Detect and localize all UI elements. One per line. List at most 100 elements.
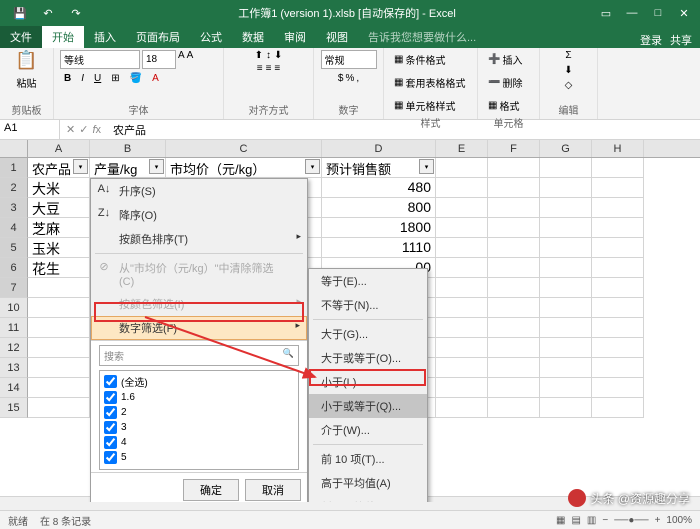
cell[interactable] [436,318,488,338]
equals-item[interactable]: 等于(E)... [309,269,427,293]
tab-review[interactable]: 审阅 [274,26,316,48]
italic-button[interactable]: I [77,71,88,86]
view-layout-icon[interactable]: ▤ [571,515,580,526]
zoom-out-icon[interactable]: − [602,515,608,526]
row-header[interactable]: 15 [0,398,28,418]
row-header[interactable]: 11 [0,318,28,338]
cell[interactable]: 芝麻 [28,218,90,238]
cell[interactable] [28,298,90,318]
cell[interactable] [592,338,644,358]
underline-button[interactable]: U [90,71,105,86]
clear-icon[interactable]: ◇ [565,80,573,91]
zoom-level[interactable]: 100% [666,515,692,526]
filter-check-item[interactable]: (全选) [102,373,296,390]
filter-check-item[interactable]: 2 [102,405,296,420]
cell[interactable] [488,318,540,338]
cell[interactable] [592,278,644,298]
cell[interactable] [540,298,592,318]
font-size-combo[interactable]: 18 [142,50,176,69]
cell[interactable] [592,158,644,178]
bold-button[interactable]: B [60,71,75,86]
cell[interactable] [540,318,592,338]
row-header[interactable]: 3 [0,198,28,218]
column-header-cell[interactable]: 预计销售额▾ [322,158,436,178]
close-icon[interactable]: ✕ [672,3,696,23]
paste-icon[interactable]: 📋 [15,50,37,71]
tab-layout[interactable]: 页面布局 [126,26,190,48]
col-header[interactable]: B [90,140,166,157]
tab-view[interactable]: 视图 [316,26,358,48]
ribbon-opts-icon[interactable]: ▭ [594,3,618,23]
cell[interactable] [592,178,644,198]
cell[interactable] [436,278,488,298]
cell[interactable] [436,258,488,278]
align-left-icon[interactable]: ≡ [257,63,263,74]
cell[interactable] [436,378,488,398]
maximize-icon[interactable]: □ [646,3,670,23]
align-bot-icon[interactable]: ⬇ [274,50,282,61]
cell[interactable] [592,318,644,338]
checkbox[interactable] [104,406,117,419]
column-header-cell[interactable]: 农产品▾ [28,158,90,178]
cell[interactable]: 1110 [322,238,436,258]
increase-font-icon[interactable]: A [178,50,185,69]
autosum-icon[interactable]: Σ [565,50,571,61]
sort-asc-item[interactable]: A↓升序(S) [91,179,307,203]
cell[interactable] [488,238,540,258]
align-mid-icon[interactable]: ↕ [266,50,271,61]
redo-icon[interactable]: ↷ [64,3,88,23]
number-filter-item[interactable]: 数字筛选(F) [91,316,307,340]
cell[interactable] [28,278,90,298]
row-header[interactable]: 1 [0,158,28,178]
table-format-button[interactable]: ▦套用表格格式 [390,73,469,92]
cell[interactable] [488,258,540,278]
cell[interactable] [540,238,592,258]
filter-check-item[interactable]: 5 [102,450,296,465]
format-cells-button[interactable]: ▦格式 [484,96,523,115]
align-right-icon[interactable]: ≡ [274,63,280,74]
checkbox[interactable] [104,451,117,464]
checkbox[interactable] [104,421,117,434]
cell-style-button[interactable]: ▦单元格样式 [390,96,459,115]
filter-dropdown-icon[interactable]: ▾ [73,159,88,174]
filter-check-item[interactable]: 4 [102,435,296,450]
col-header[interactable]: C [166,140,322,157]
less-eq-item[interactable]: 小于或等于(Q)... [309,394,427,418]
col-header[interactable]: F [488,140,540,157]
fill-icon[interactable]: ⬇ [564,65,572,76]
cell[interactable] [488,338,540,358]
view-break-icon[interactable]: ▥ [587,515,596,526]
row-header[interactable]: 4 [0,218,28,238]
cell[interactable]: 800 [322,198,436,218]
tab-formulas[interactable]: 公式 [190,26,232,48]
cell[interactable] [592,378,644,398]
cell[interactable] [592,238,644,258]
align-center-icon[interactable]: ≡ [266,63,272,74]
greater-item[interactable]: 大于(G)... [309,322,427,346]
decrease-font-icon[interactable]: A [187,50,194,69]
minimize-icon[interactable]: — [620,3,644,23]
delete-cells-button[interactable]: ➖删除 [484,73,526,92]
cell[interactable] [436,218,488,238]
filter-check-list[interactable]: (全选)1.62345 [99,370,299,470]
cancel-button[interactable]: 取消 [245,479,301,501]
tab-home[interactable]: 开始 [42,26,84,48]
checkbox[interactable] [104,436,117,449]
cell[interactable] [28,398,90,418]
cell[interactable] [540,218,592,238]
fill-color-icon[interactable]: 🪣 [126,71,146,86]
row-header[interactable]: 12 [0,338,28,358]
cell[interactable] [488,378,540,398]
filter-dropdown-icon[interactable]: ▾ [149,159,164,174]
row-header[interactable]: 7 [0,278,28,298]
row-header[interactable]: 5 [0,238,28,258]
zoom-slider[interactable]: ──●── [614,515,648,526]
tab-data[interactable]: 数据 [232,26,274,48]
filter-check-item[interactable]: 3 [102,420,296,435]
cell[interactable] [436,298,488,318]
above-avg-item[interactable]: 高于平均值(A) [309,471,427,495]
cell[interactable] [540,378,592,398]
tab-file[interactable]: 文件 [0,26,42,48]
comma-icon[interactable]: , [356,73,359,84]
cell[interactable]: 1800 [322,218,436,238]
